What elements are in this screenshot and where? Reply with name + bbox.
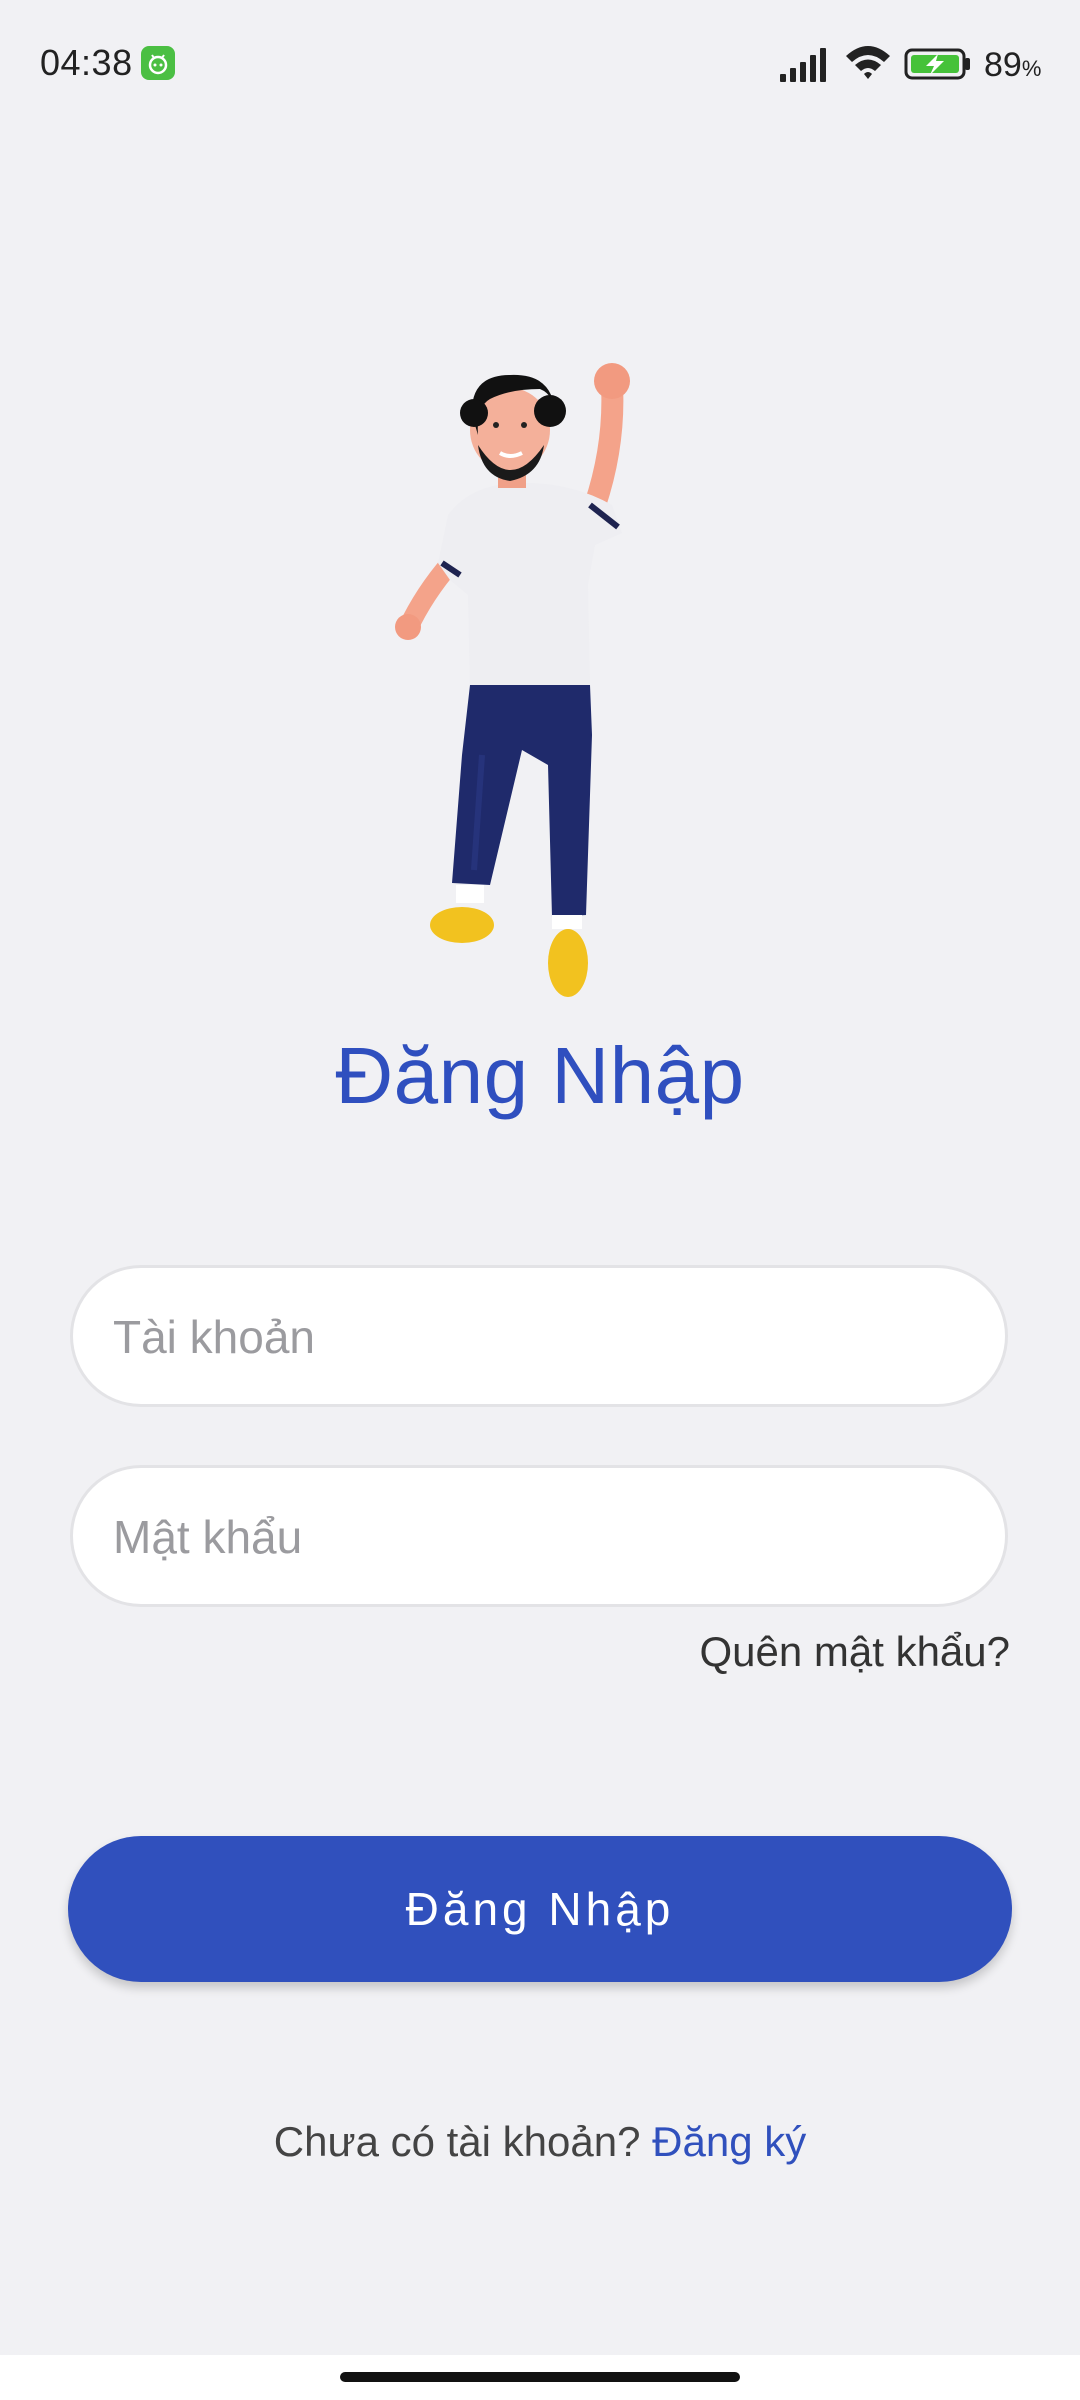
- forgot-password-link[interactable]: Quên mật khẩu?: [699, 1628, 1010, 1676]
- register-prompt: Chưa có tài khoản? Đăng ký: [0, 2118, 1080, 2166]
- password-input[interactable]: [111, 1468, 975, 1606]
- status-time: 04:38: [40, 42, 133, 83]
- login-button[interactable]: Đăng Nhập: [68, 1836, 1012, 1982]
- password-field[interactable]: [70, 1465, 1008, 1607]
- login-screen: 04:38 89% Đăng Nhập Tài khoản Quên mật k…: [0, 0, 1080, 2400]
- status-bar: 04:38 89%: [0, 0, 1080, 130]
- signal-icon: [780, 46, 832, 87]
- home-indicator[interactable]: [340, 2372, 740, 2382]
- battery-charging-icon: [904, 46, 974, 87]
- cheering-man-illustration: [390, 355, 690, 1015]
- register-link[interactable]: Đăng ký: [652, 2118, 806, 2165]
- battery-unit: %: [1021, 56, 1042, 81]
- username-input[interactable]: [111, 1268, 975, 1406]
- wifi-icon: [844, 42, 892, 87]
- android-app-icon: [141, 46, 175, 80]
- page-title: Đăng Nhập: [335, 1031, 745, 1120]
- username-field[interactable]: [70, 1265, 1008, 1407]
- battery-percent: 89: [984, 46, 1022, 84]
- no-account-text: Chưa có tài khoản?: [273, 2118, 641, 2165]
- status-icons: 89%: [780, 40, 1042, 90]
